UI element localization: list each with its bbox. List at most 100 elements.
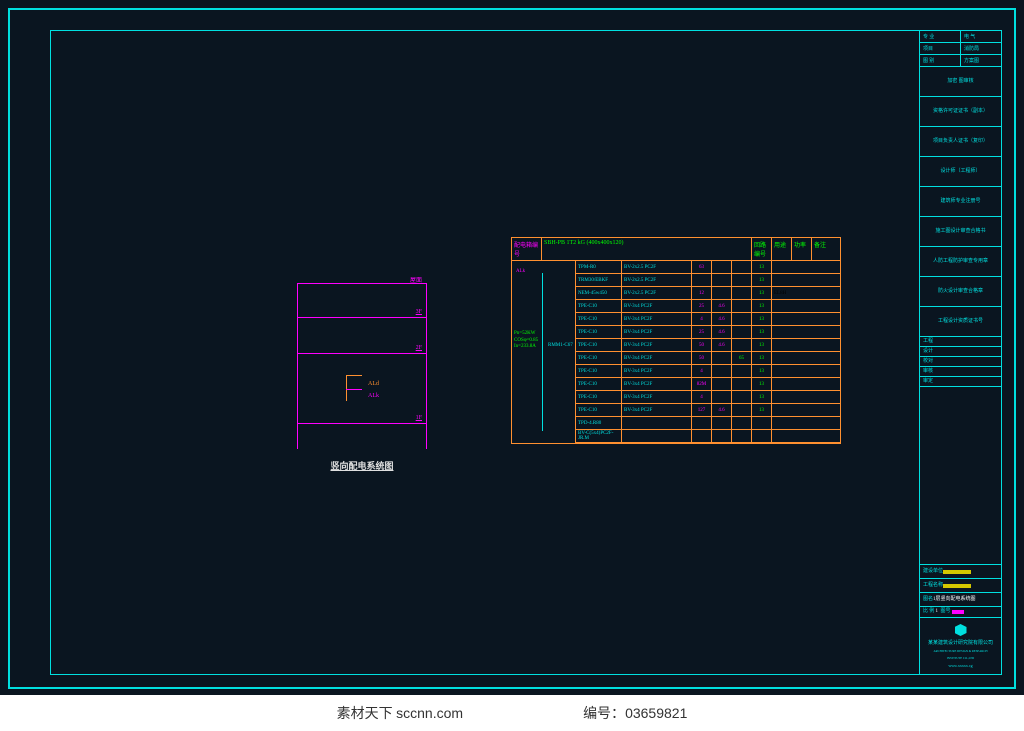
distribution-panel-schedule: 配电箱编号 SBH-PB 1T2 kG (400x400x120) 回路编号 用… (511, 237, 841, 444)
title-row: 加密 图审核 (920, 67, 1001, 97)
circuit-row: TRM30/EBKFBV-2x2.5 PC2F13 (576, 274, 840, 287)
num4-cell: 13 (752, 313, 772, 325)
num2-cell (712, 365, 732, 377)
dwgno-bar (952, 610, 964, 614)
num1-cell: 50 (692, 339, 712, 351)
cable-cell: BV-3x4 PC2F (622, 352, 692, 364)
cable-cell: BV-3x4 PC2F (622, 378, 692, 390)
cell: 项目 (920, 43, 961, 55)
breaker-cell: TPD-4.R80 (576, 417, 622, 429)
num2-cell: 4.6 (712, 404, 732, 416)
panel-main-breaker: RMM1-C67 (548, 343, 573, 348)
circuit-row: TPD-4.R80 (576, 417, 840, 430)
hdr-power: 功率 (792, 238, 812, 260)
cell: 专 业 (920, 31, 961, 43)
hex-icon (955, 624, 967, 636)
breaker-cell: TPE-C10 (576, 352, 622, 364)
riser-mark: ALd (368, 381, 379, 387)
remark-cell (772, 300, 840, 312)
num1-cell: 82M (692, 378, 712, 390)
remark-cell (772, 326, 840, 338)
title-small-row: 工程 (920, 337, 1001, 347)
circuit-row: TPE-C10BV-3x4 PC2F50 6513 (576, 352, 840, 365)
title-proj-row: 工程名称 (920, 579, 1001, 593)
num2-cell (712, 352, 732, 364)
floor-line (298, 317, 426, 318)
footer-id-label: 编号： (583, 707, 625, 722)
num4-cell: 13 (752, 339, 772, 351)
page-footer: 素材天下 sccnn.com 编号：03659821 (0, 695, 1024, 731)
num2-cell (712, 430, 732, 442)
title-row: 项目负责人证书（复印） (920, 127, 1001, 157)
num2-cell (712, 274, 732, 286)
company-logo-block: 某某建筑设计研究院有限公司 ARCHITECTURE DESIGN & RESE… (920, 618, 1001, 674)
remark-cell (772, 430, 840, 442)
panel-header: 配电箱编号 SBH-PB 1T2 kG (400x400x120) 回路编号 用… (512, 238, 840, 261)
breaker-cell: TPE-C10 (576, 313, 622, 325)
num1-cell: 25 (692, 300, 712, 312)
num2-cell: 4.6 (712, 326, 732, 338)
num2-cell (712, 287, 732, 299)
breaker-cell: NEM-45w450 (576, 287, 622, 299)
num4-cell (752, 417, 772, 429)
circuit-row: TPE-C10BV-3x4 PC2F44.613 (576, 313, 840, 326)
circuit-row: TPM-R0BV-2x2.5 PC2F6313 (576, 261, 840, 274)
num2-cell (712, 417, 732, 429)
title-row: 建筑师专业注册号 (920, 187, 1001, 217)
title-small-row: 校对 (920, 357, 1001, 367)
remark-cell: EL8H (772, 287, 840, 299)
hdr-circuit: 回路编号 (752, 238, 772, 260)
num3-cell (732, 261, 752, 273)
num3-cell (732, 404, 752, 416)
floor-label: 屋面 (410, 275, 422, 284)
num3-cell (732, 339, 752, 351)
num3-cell (732, 417, 752, 429)
company-name: 某某建筑设计研究院有限公司 (928, 639, 993, 646)
breaker-cell: TPE-C10 (576, 339, 622, 351)
num4-cell: 13 (752, 391, 772, 403)
hdr-panel-spec: SBH-PB 1T2 kG (400x400x120) (542, 238, 752, 260)
breaker-cell: TPE-C10 (576, 404, 622, 416)
panel-main-breaker-col: ALk Pn=52KW COSφ=0.85 In=233.8A RMM1-C67 (512, 261, 576, 443)
num1-cell (692, 430, 712, 442)
num2-cell (712, 378, 732, 390)
cable-cell: BV-3x4 PC2F (622, 339, 692, 351)
breaker-cell: TPE-C10 (576, 326, 622, 338)
num3-cell (732, 365, 752, 377)
num4-cell: 13 (752, 365, 772, 377)
num3-cell: 65 (732, 352, 752, 364)
title-row: 资格许可证证书（副本） (920, 97, 1001, 127)
title-split-row: 专 业电 气 (920, 31, 1001, 43)
vertical-distribution-diagram: 屋面3F2F1FALdALk 竖向配电系统图 (297, 283, 427, 472)
cable-cell: BV-3x4 PC2F (622, 326, 692, 338)
num3-cell (732, 274, 752, 286)
floor-label: 3F (416, 309, 422, 315)
title-split-row: 项目消防局 (920, 43, 1001, 55)
title-small-row: 审核 (920, 367, 1001, 377)
num3-cell (732, 391, 752, 403)
num1-cell: 4 (692, 391, 712, 403)
num1-cell (692, 274, 712, 286)
num2-cell (712, 391, 732, 403)
title-row: 设计师（工程师） (920, 157, 1001, 187)
remark-cell (772, 339, 840, 351)
num1-cell: 50 (692, 352, 712, 364)
breaker-cell: TPE-C10 (576, 391, 622, 403)
title-proj-row: 建设单位 (920, 565, 1001, 579)
breaker-cell: TRM30/EBKF (576, 274, 622, 286)
num1-cell: 25 (692, 326, 712, 338)
bus-line (542, 273, 543, 431)
label: 工程名称 (923, 583, 943, 589)
remark-cell (772, 352, 840, 364)
num4-cell: 13 (752, 300, 772, 312)
num4-cell: 13 (752, 352, 772, 364)
cable-cell: BV-3x4 PC2F (622, 313, 692, 325)
hdr-panel-id: 配电箱编号 (512, 238, 542, 260)
remark-cell (772, 261, 840, 273)
num3-cell (732, 430, 752, 442)
company-sub1: ARCHITECTURE DESIGN & RESEARCH (933, 649, 987, 653)
cable-cell: BV-3x4 PC2F (622, 391, 692, 403)
num3-cell (732, 313, 752, 325)
hdr-remark: 备注 (812, 238, 840, 260)
breaker-cell: TPM-R0 (576, 261, 622, 273)
